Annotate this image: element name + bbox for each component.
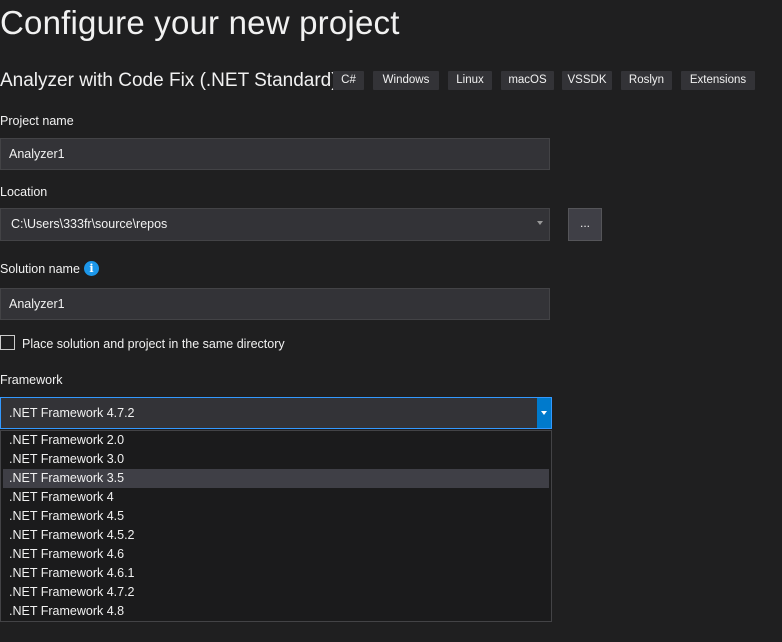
framework-option[interactable]: .NET Framework 4.5: [3, 507, 549, 526]
chevron-down-icon: [541, 411, 547, 415]
same-directory-label[interactable]: Place solution and project in the same d…: [22, 337, 285, 351]
tag-csharp: C#: [333, 71, 364, 90]
framework-option-highlighted[interactable]: .NET Framework 3.5: [3, 469, 549, 488]
framework-option[interactable]: .NET Framework 2.0: [3, 431, 549, 450]
tag-vssdk: VSSDK: [562, 71, 612, 90]
project-name-input[interactable]: Analyzer1: [0, 138, 550, 170]
template-name: Analyzer with Code Fix (.NET Standard): [0, 70, 338, 91]
framework-option[interactable]: .NET Framework 4.6: [3, 545, 549, 564]
framework-label: Framework: [0, 373, 63, 387]
framework-option[interactable]: .NET Framework 4.8: [3, 602, 549, 621]
framework-option[interactable]: .NET Framework 4.5.2: [3, 526, 549, 545]
framework-select[interactable]: .NET Framework 4.7.2: [0, 397, 552, 429]
framework-dropdown-list: .NET Framework 2.0 .NET Framework 3.0 .N…: [0, 430, 552, 622]
info-icon[interactable]: i: [84, 261, 99, 276]
tag-windows: Windows: [373, 71, 439, 90]
framework-option[interactable]: .NET Framework 3.0: [3, 450, 549, 469]
tag-extensions: Extensions: [681, 71, 755, 90]
chevron-down-icon[interactable]: [537, 221, 543, 225]
framework-selected-value: .NET Framework 4.7.2: [9, 406, 135, 420]
browse-button[interactable]: ...: [568, 208, 602, 241]
project-name-label: Project name: [0, 114, 74, 128]
same-directory-checkbox[interactable]: [0, 335, 15, 350]
framework-option[interactable]: .NET Framework 4.7.2: [3, 583, 549, 602]
tag-roslyn: Roslyn: [621, 71, 672, 90]
location-label: Location: [0, 185, 48, 199]
location-value: C:\Users\333fr\source\repos: [11, 217, 168, 231]
framework-dropdown-button[interactable]: [537, 398, 551, 428]
framework-option[interactable]: .NET Framework 4.6.1: [3, 564, 549, 583]
location-combobox[interactable]: C:\Users\333fr\source\repos: [0, 208, 550, 241]
solution-name-label: Solution name: [0, 262, 80, 276]
tag-linux: Linux: [448, 71, 492, 90]
tag-macos: macOS: [501, 71, 554, 90]
framework-option[interactable]: .NET Framework 4: [3, 488, 549, 507]
page-title: Configure your new project: [0, 4, 400, 41]
solution-name-input[interactable]: Analyzer1: [0, 288, 550, 320]
